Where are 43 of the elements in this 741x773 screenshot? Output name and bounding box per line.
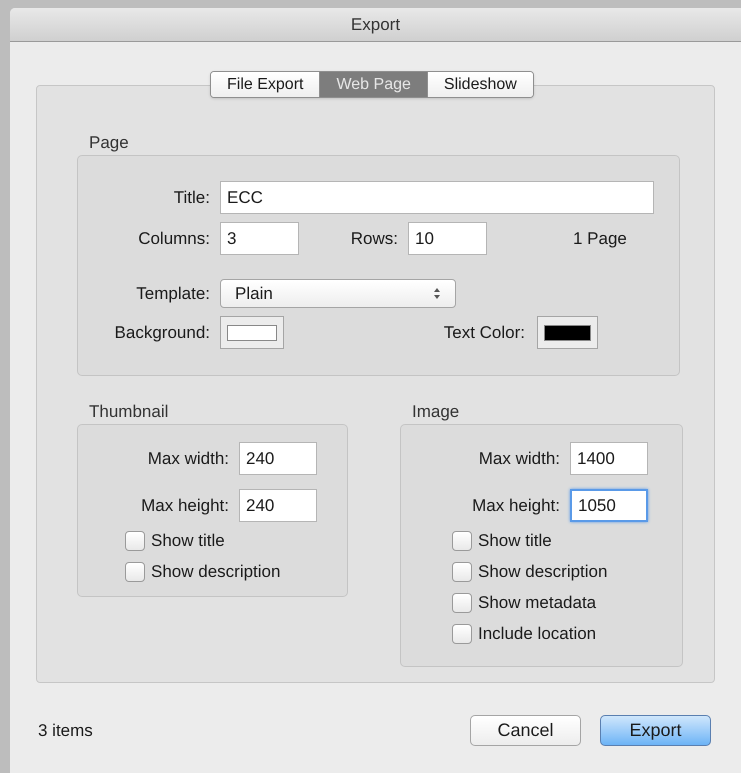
rows-field[interactable]: 10 xyxy=(408,222,487,255)
field-label: Columns: xyxy=(137,228,210,250)
title-field[interactable]: ECC xyxy=(220,181,654,214)
field-label: Max width: xyxy=(146,448,229,470)
number-field[interactable]: 1050 xyxy=(570,489,648,522)
field-label: Rows: xyxy=(350,228,398,250)
checkbox-label: Show title xyxy=(151,530,225,552)
number-field[interactable]: 240 xyxy=(239,489,317,522)
section-heading: Page xyxy=(88,133,130,153)
text-color-well[interactable] xyxy=(537,316,598,349)
checkbox-label: Show description xyxy=(478,560,608,583)
page-count: 1 Page xyxy=(573,228,627,250)
checkbox-label: Show metadata xyxy=(478,592,596,614)
field-label: Max height: xyxy=(471,494,560,517)
dialog-button[interactable]: Cancel xyxy=(470,715,581,746)
stepper-arrows-icon xyxy=(433,287,441,300)
dialog-button[interactable]: Export xyxy=(600,715,711,746)
field-label: Template: xyxy=(135,282,210,305)
checkbox-label: Show title xyxy=(478,530,552,552)
field-label: Title: xyxy=(172,186,210,209)
checkbox[interactable] xyxy=(125,530,145,550)
checkbox-label: Include location xyxy=(478,622,596,645)
background-color-well[interactable] xyxy=(220,316,284,349)
field-label: Text Color: xyxy=(442,322,525,344)
checkbox[interactable] xyxy=(452,562,472,582)
template-dropdown[interactable]: Plain xyxy=(220,279,456,308)
tab[interactable]: File Export xyxy=(211,72,320,97)
checkbox-label: Show description xyxy=(151,560,280,583)
checkbox[interactable] xyxy=(125,562,145,582)
field-label: Background: xyxy=(114,322,210,344)
item-count: 3 items xyxy=(38,720,94,742)
number-field[interactable]: 1400 xyxy=(570,442,648,475)
columns-field[interactable]: 3 xyxy=(220,222,299,255)
section-heading: Thumbnail xyxy=(88,402,170,422)
section-heading: Image xyxy=(411,402,460,422)
number-field[interactable]: 240 xyxy=(239,442,317,475)
field-label: Max height: xyxy=(140,494,229,517)
checkbox[interactable] xyxy=(452,530,472,550)
checkbox[interactable] xyxy=(452,624,472,644)
window-title: Export xyxy=(350,14,400,36)
checkbox[interactable] xyxy=(452,592,472,612)
tab[interactable]: Slideshow xyxy=(426,72,533,97)
field-label: Max width: xyxy=(478,448,560,470)
